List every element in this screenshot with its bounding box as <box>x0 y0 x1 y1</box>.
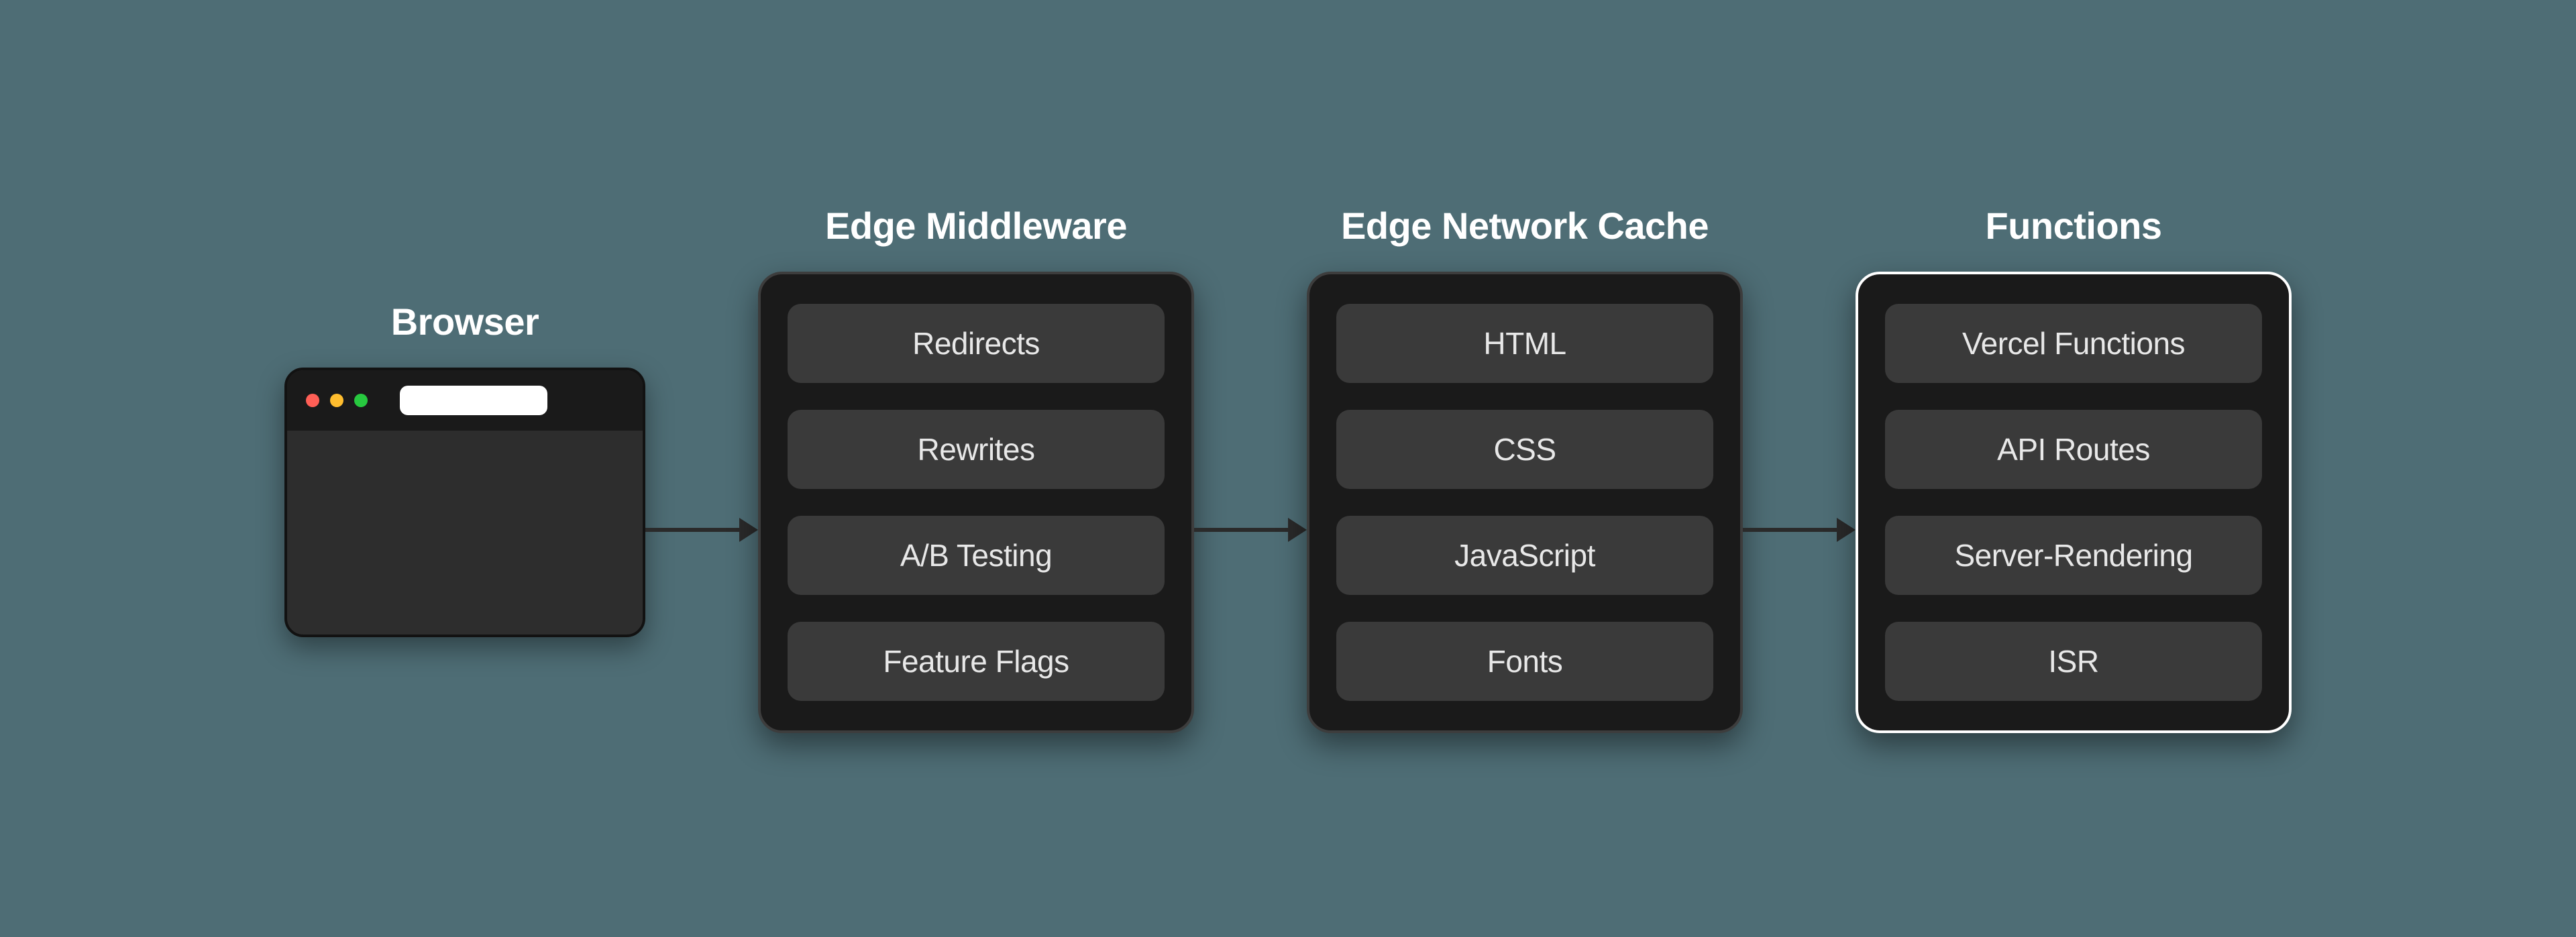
stage-item: Redirects <box>788 304 1165 383</box>
stage-heading: Functions <box>1985 204 2161 247</box>
stage-item: API Routes <box>1885 410 2262 489</box>
browser-heading: Browser <box>391 300 539 343</box>
traffic-lights <box>306 394 368 407</box>
browser-window <box>284 368 645 637</box>
stage-heading: Edge Middleware <box>825 204 1127 247</box>
stage-column-functions: Functions Vercel Functions API Routes Se… <box>1856 204 2292 733</box>
browser-titlebar <box>287 370 643 431</box>
stage-card-edge-middleware: Redirects Rewrites A/B Testing Feature F… <box>758 272 1194 733</box>
arrow-right-icon <box>1743 518 1856 542</box>
browser-column: Browser <box>284 300 645 637</box>
stage-column-edge-network-cache: Edge Network Cache HTML CSS JavaScript F… <box>1307 204 1743 733</box>
stage-column-edge-middleware: Edge Middleware Redirects Rewrites A/B T… <box>758 204 1194 733</box>
stage-item: Feature Flags <box>788 622 1165 701</box>
stage-item: HTML <box>1336 304 1713 383</box>
arrow-slot <box>1743 258 1856 741</box>
stage-item: Vercel Functions <box>1885 304 2262 383</box>
close-icon <box>306 394 319 407</box>
arrow-right-icon <box>645 518 758 542</box>
stage-card-functions: Vercel Functions API Routes Server-Rende… <box>1856 272 2292 733</box>
stage-item: Server-Rendering <box>1885 516 2262 595</box>
stage-item: Rewrites <box>788 410 1165 489</box>
browser-tab <box>400 386 547 415</box>
stage-item: A/B Testing <box>788 516 1165 595</box>
arrow-right-icon <box>1194 518 1307 542</box>
arrow-slot <box>1194 258 1307 741</box>
stage-item: Fonts <box>1336 622 1713 701</box>
diagram-row: Browser Edge Middleware <box>284 197 2292 741</box>
stage-item: CSS <box>1336 410 1713 489</box>
arrow-slot <box>645 365 758 635</box>
stage-item: JavaScript <box>1336 516 1713 595</box>
architecture-diagram: Browser Edge Middleware <box>0 0 2576 937</box>
minimize-icon <box>330 394 343 407</box>
stage-card-edge-network-cache: HTML CSS JavaScript Fonts <box>1307 272 1743 733</box>
stage-heading: Edge Network Cache <box>1341 204 1709 247</box>
stage-item: ISR <box>1885 622 2262 701</box>
maximize-icon <box>354 394 368 407</box>
